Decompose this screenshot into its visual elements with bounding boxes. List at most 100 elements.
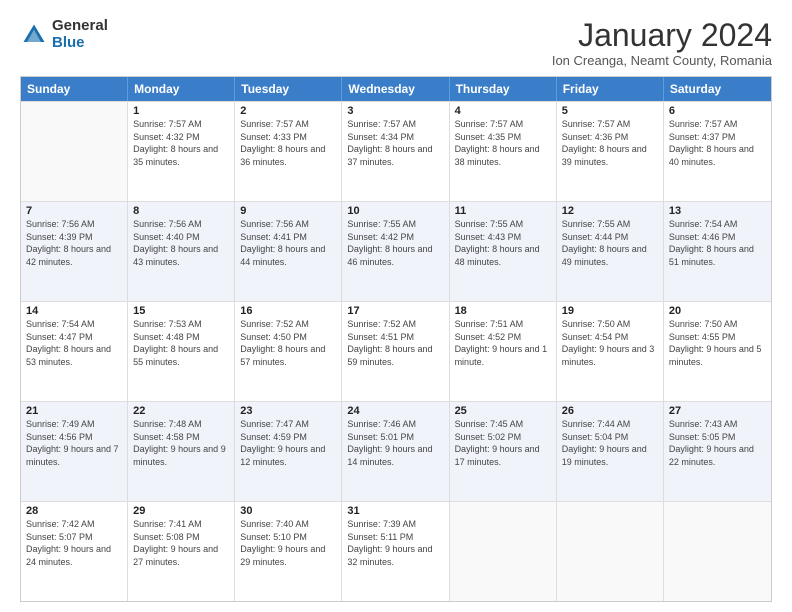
logo-general-text: General: [52, 18, 108, 35]
cal-cell-w3-d6: 27Sunrise: 7:43 AMSunset: 5:05 PMDayligh…: [664, 402, 771, 501]
cal-cell-w0-d2: 2Sunrise: 7:57 AMSunset: 4:33 PMDaylight…: [235, 102, 342, 201]
day-number: 26: [562, 405, 658, 417]
calendar: Sunday Monday Tuesday Wednesday Thursday…: [20, 76, 772, 602]
day-info: Sunrise: 7:42 AMSunset: 5:07 PMDaylight:…: [26, 518, 122, 568]
cal-cell-w2-d5: 19Sunrise: 7:50 AMSunset: 4:54 PMDayligh…: [557, 302, 664, 401]
day-info: Sunrise: 7:40 AMSunset: 5:10 PMDaylight:…: [240, 518, 336, 568]
calendar-header: Sunday Monday Tuesday Wednesday Thursday…: [21, 77, 771, 101]
header-wednesday: Wednesday: [342, 77, 449, 101]
day-number: 18: [455, 305, 551, 317]
cal-cell-w3-d5: 26Sunrise: 7:44 AMSunset: 5:04 PMDayligh…: [557, 402, 664, 501]
day-number: 11: [455, 205, 551, 217]
day-number: 2: [240, 105, 336, 117]
cal-cell-w4-d6: [664, 502, 771, 601]
cal-cell-w1-d2: 9Sunrise: 7:56 AMSunset: 4:41 PMDaylight…: [235, 202, 342, 301]
day-info: Sunrise: 7:56 AMSunset: 4:41 PMDaylight:…: [240, 218, 336, 268]
day-info: Sunrise: 7:41 AMSunset: 5:08 PMDaylight:…: [133, 518, 229, 568]
cal-cell-w3-d4: 25Sunrise: 7:45 AMSunset: 5:02 PMDayligh…: [450, 402, 557, 501]
day-info: Sunrise: 7:52 AMSunset: 4:51 PMDaylight:…: [347, 318, 443, 368]
month-title: January 2024: [552, 18, 772, 53]
cal-cell-w1-d1: 8Sunrise: 7:56 AMSunset: 4:40 PMDaylight…: [128, 202, 235, 301]
day-info: Sunrise: 7:43 AMSunset: 5:05 PMDaylight:…: [669, 418, 766, 468]
cal-cell-w0-d0: [21, 102, 128, 201]
day-info: Sunrise: 7:55 AMSunset: 4:44 PMDaylight:…: [562, 218, 658, 268]
cal-cell-w3-d2: 23Sunrise: 7:47 AMSunset: 4:59 PMDayligh…: [235, 402, 342, 501]
day-number: 29: [133, 505, 229, 517]
cal-cell-w4-d5: [557, 502, 664, 601]
header-friday: Friday: [557, 77, 664, 101]
day-info: Sunrise: 7:54 AMSunset: 4:47 PMDaylight:…: [26, 318, 122, 368]
day-info: Sunrise: 7:50 AMSunset: 4:55 PMDaylight:…: [669, 318, 766, 368]
calendar-week-4: 28Sunrise: 7:42 AMSunset: 5:07 PMDayligh…: [21, 501, 771, 601]
day-info: Sunrise: 7:54 AMSunset: 4:46 PMDaylight:…: [669, 218, 766, 268]
day-info: Sunrise: 7:44 AMSunset: 5:04 PMDaylight:…: [562, 418, 658, 468]
cal-cell-w0-d3: 3Sunrise: 7:57 AMSunset: 4:34 PMDaylight…: [342, 102, 449, 201]
cal-cell-w0-d5: 5Sunrise: 7:57 AMSunset: 4:36 PMDaylight…: [557, 102, 664, 201]
page: General Blue January 2024 Ion Creanga, N…: [0, 0, 792, 612]
day-info: Sunrise: 7:57 AMSunset: 4:32 PMDaylight:…: [133, 118, 229, 168]
day-number: 22: [133, 405, 229, 417]
cal-cell-w0-d1: 1Sunrise: 7:57 AMSunset: 4:32 PMDaylight…: [128, 102, 235, 201]
cal-cell-w2-d1: 15Sunrise: 7:53 AMSunset: 4:48 PMDayligh…: [128, 302, 235, 401]
day-info: Sunrise: 7:47 AMSunset: 4:59 PMDaylight:…: [240, 418, 336, 468]
cal-cell-w1-d3: 10Sunrise: 7:55 AMSunset: 4:42 PMDayligh…: [342, 202, 449, 301]
logo-blue-text: Blue: [52, 35, 108, 52]
cal-cell-w1-d0: 7Sunrise: 7:56 AMSunset: 4:39 PMDaylight…: [21, 202, 128, 301]
day-number: 1: [133, 105, 229, 117]
day-number: 3: [347, 105, 443, 117]
cal-cell-w4-d1: 29Sunrise: 7:41 AMSunset: 5:08 PMDayligh…: [128, 502, 235, 601]
cal-cell-w3-d0: 21Sunrise: 7:49 AMSunset: 4:56 PMDayligh…: [21, 402, 128, 501]
cal-cell-w1-d5: 12Sunrise: 7:55 AMSunset: 4:44 PMDayligh…: [557, 202, 664, 301]
day-number: 23: [240, 405, 336, 417]
day-info: Sunrise: 7:57 AMSunset: 4:33 PMDaylight:…: [240, 118, 336, 168]
header: General Blue January 2024 Ion Creanga, N…: [20, 18, 772, 68]
header-saturday: Saturday: [664, 77, 771, 101]
day-number: 6: [669, 105, 766, 117]
day-number: 5: [562, 105, 658, 117]
calendar-week-2: 14Sunrise: 7:54 AMSunset: 4:47 PMDayligh…: [21, 301, 771, 401]
day-number: 31: [347, 505, 443, 517]
cal-cell-w4-d2: 30Sunrise: 7:40 AMSunset: 5:10 PMDayligh…: [235, 502, 342, 601]
cal-cell-w2-d6: 20Sunrise: 7:50 AMSunset: 4:55 PMDayligh…: [664, 302, 771, 401]
day-info: Sunrise: 7:57 AMSunset: 4:37 PMDaylight:…: [669, 118, 766, 168]
day-number: 15: [133, 305, 229, 317]
calendar-body: 1Sunrise: 7:57 AMSunset: 4:32 PMDaylight…: [21, 101, 771, 601]
day-info: Sunrise: 7:56 AMSunset: 4:40 PMDaylight:…: [133, 218, 229, 268]
cal-cell-w3-d1: 22Sunrise: 7:48 AMSunset: 4:58 PMDayligh…: [128, 402, 235, 501]
cal-cell-w3-d3: 24Sunrise: 7:46 AMSunset: 5:01 PMDayligh…: [342, 402, 449, 501]
day-number: 12: [562, 205, 658, 217]
logo: General Blue: [20, 18, 108, 51]
day-number: 13: [669, 205, 766, 217]
cal-cell-w1-d4: 11Sunrise: 7:55 AMSunset: 4:43 PMDayligh…: [450, 202, 557, 301]
day-number: 4: [455, 105, 551, 117]
day-info: Sunrise: 7:57 AMSunset: 4:36 PMDaylight:…: [562, 118, 658, 168]
header-tuesday: Tuesday: [235, 77, 342, 101]
cal-cell-w2-d4: 18Sunrise: 7:51 AMSunset: 4:52 PMDayligh…: [450, 302, 557, 401]
day-number: 7: [26, 205, 122, 217]
day-info: Sunrise: 7:45 AMSunset: 5:02 PMDaylight:…: [455, 418, 551, 468]
day-info: Sunrise: 7:55 AMSunset: 4:42 PMDaylight:…: [347, 218, 443, 268]
cal-cell-w4-d3: 31Sunrise: 7:39 AMSunset: 5:11 PMDayligh…: [342, 502, 449, 601]
day-number: 17: [347, 305, 443, 317]
day-info: Sunrise: 7:57 AMSunset: 4:34 PMDaylight:…: [347, 118, 443, 168]
header-sunday: Sunday: [21, 77, 128, 101]
day-number: 30: [240, 505, 336, 517]
day-info: Sunrise: 7:48 AMSunset: 4:58 PMDaylight:…: [133, 418, 229, 468]
day-number: 28: [26, 505, 122, 517]
calendar-week-3: 21Sunrise: 7:49 AMSunset: 4:56 PMDayligh…: [21, 401, 771, 501]
cal-cell-w1-d6: 13Sunrise: 7:54 AMSunset: 4:46 PMDayligh…: [664, 202, 771, 301]
day-info: Sunrise: 7:39 AMSunset: 5:11 PMDaylight:…: [347, 518, 443, 568]
day-number: 10: [347, 205, 443, 217]
day-number: 19: [562, 305, 658, 317]
calendar-week-0: 1Sunrise: 7:57 AMSunset: 4:32 PMDaylight…: [21, 101, 771, 201]
day-number: 27: [669, 405, 766, 417]
day-info: Sunrise: 7:50 AMSunset: 4:54 PMDaylight:…: [562, 318, 658, 368]
day-number: 14: [26, 305, 122, 317]
title-section: January 2024 Ion Creanga, Neamt County, …: [552, 18, 772, 68]
header-thursday: Thursday: [450, 77, 557, 101]
cal-cell-w0-d4: 4Sunrise: 7:57 AMSunset: 4:35 PMDaylight…: [450, 102, 557, 201]
day-info: Sunrise: 7:49 AMSunset: 4:56 PMDaylight:…: [26, 418, 122, 468]
cal-cell-w0-d6: 6Sunrise: 7:57 AMSunset: 4:37 PMDaylight…: [664, 102, 771, 201]
logo-text: General Blue: [52, 18, 108, 51]
logo-icon: [20, 21, 48, 49]
